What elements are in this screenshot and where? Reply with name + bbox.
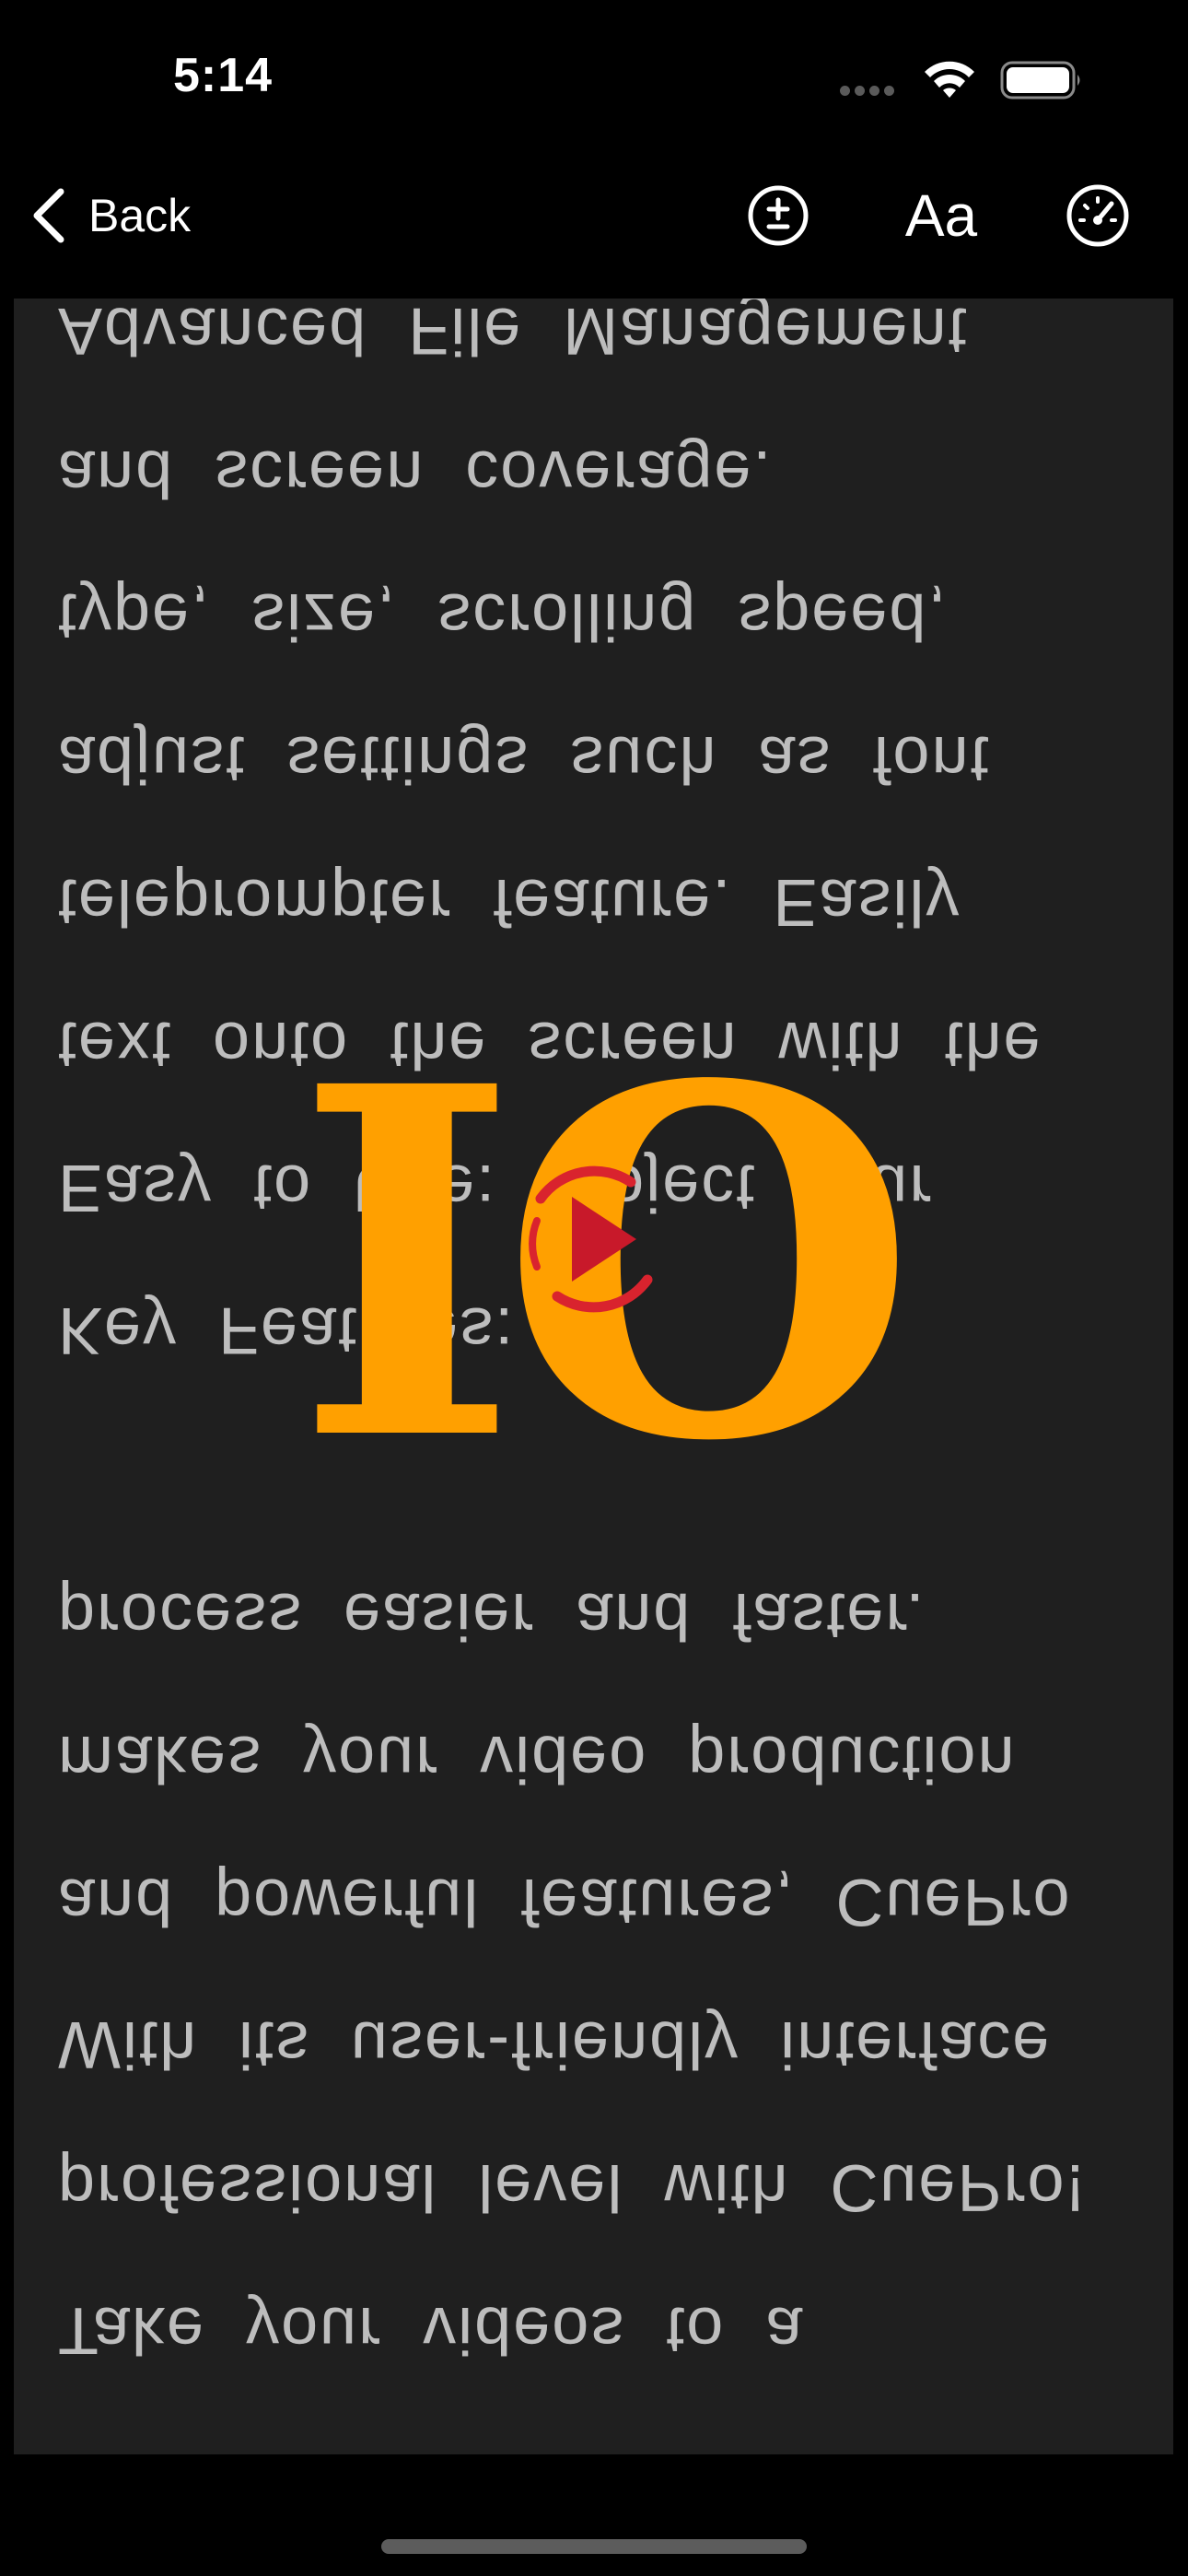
script-line: professional level with CuePro! (58, 2150, 1087, 2224)
script-line: Key Features: (58, 1294, 516, 1367)
font-settings-button[interactable]: Aa (895, 179, 987, 252)
cellular-signal-icon (840, 83, 904, 100)
status-bar: 5:14 (0, 0, 1188, 157)
script-line: type, size, scrolling speed, (58, 580, 949, 653)
script-line: Easy to Use: Project your (58, 1151, 934, 1224)
script-line: Advanced File Management (58, 299, 969, 368)
scroll-speed-button[interactable] (1061, 179, 1135, 252)
script-line (58, 1432, 1163, 1515)
speedometer-icon (1066, 184, 1129, 247)
mirrored-script-text: Take your videos to a professional level… (14, 299, 1173, 2454)
navigation-bar: Back Aa (0, 157, 1188, 295)
script-line: With its user-friendly interface (58, 2008, 1052, 2081)
script-line: process easier and faster. (58, 1579, 926, 1653)
teleprompter-panel[interactable]: Take your videos to a professional level… (14, 299, 1173, 2454)
script-line: makes your video production (58, 1722, 1017, 1796)
script-line: Take your videos to a (58, 2293, 805, 2367)
battery-icon (1000, 61, 1080, 100)
plus-minus-circle-icon (748, 185, 809, 246)
back-button[interactable]: Back (31, 177, 191, 254)
wifi-icon (925, 61, 974, 98)
script-line: text onto the screen with the (58, 1008, 1042, 1082)
script-line: teleprompter feature. Easily (58, 865, 961, 939)
adjust-text-size-button[interactable] (741, 179, 815, 252)
chevron-left-icon (33, 188, 64, 243)
script-line: adjust settings such as font (58, 722, 991, 796)
status-time: 5:14 (173, 49, 274, 102)
script-line: and screen coverage. (58, 437, 774, 510)
script-line: and powerful features, CuePro (58, 1865, 1072, 1938)
home-indicator[interactable] (381, 2539, 807, 2554)
back-label: Back (88, 190, 192, 241)
